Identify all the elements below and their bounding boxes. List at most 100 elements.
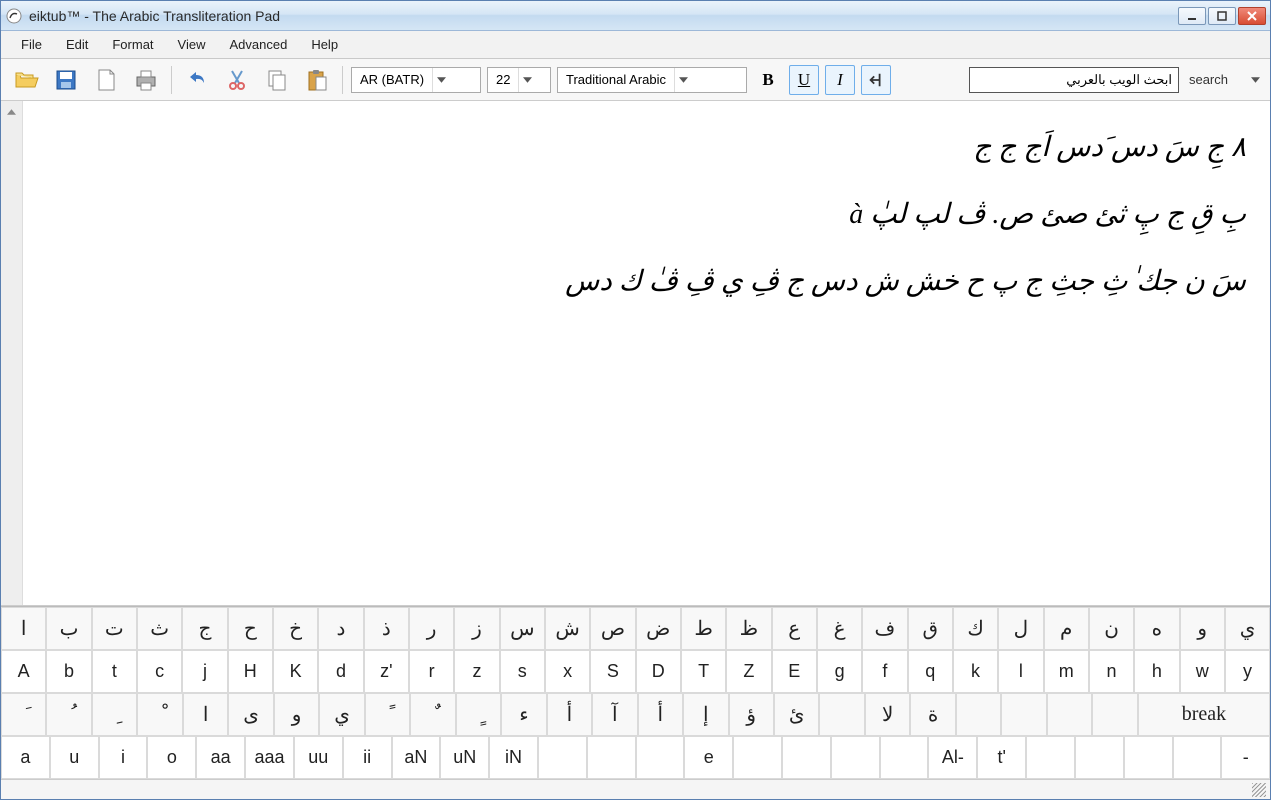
keyboard-key[interactable]: ي xyxy=(319,693,364,736)
keyboard-key[interactable]: ة xyxy=(910,693,955,736)
keyboard-key[interactable]: Al- xyxy=(928,736,977,779)
keyboard-key[interactable]: ذ xyxy=(364,607,409,650)
keyboard-key[interactable] xyxy=(782,736,831,779)
keyboard-key[interactable]: َ xyxy=(1,693,46,736)
editor-area[interactable]: ٨ جِ سَ دس َدس اَج ج ج بِ قِ ج پِ ثئ صئ … xyxy=(1,101,1270,606)
keyboard-key[interactable]: h xyxy=(1134,650,1179,693)
keyboard-key[interactable]: k xyxy=(953,650,998,693)
keyboard-key[interactable] xyxy=(1092,693,1137,736)
copy-button[interactable] xyxy=(260,63,294,97)
keyboard-key[interactable]: l xyxy=(998,650,1043,693)
keyboard-key[interactable]: ف xyxy=(862,607,907,650)
keyboard-key[interactable]: z' xyxy=(364,650,409,693)
keyboard-key[interactable]: d xyxy=(318,650,363,693)
keyboard-key[interactable]: ٌ xyxy=(410,693,455,736)
keyboard-key[interactable]: i xyxy=(99,736,148,779)
open-button[interactable] xyxy=(9,63,43,97)
menu-edit[interactable]: Edit xyxy=(54,33,100,56)
keyboard-key[interactable]: ؤ xyxy=(729,693,774,736)
menu-file[interactable]: File xyxy=(9,33,54,56)
menu-view[interactable]: View xyxy=(166,33,218,56)
menu-format[interactable]: Format xyxy=(100,33,165,56)
font-name-select[interactable]: Traditional Arabic xyxy=(557,67,747,93)
keyboard-key[interactable]: a xyxy=(1,736,50,779)
keyboard-key[interactable]: ي xyxy=(1225,607,1270,650)
keyboard-key[interactable]: ِ xyxy=(92,693,137,736)
keyboard-key[interactable]: ئ xyxy=(774,693,819,736)
keyboard-key[interactable] xyxy=(1075,736,1124,779)
keyboard-key[interactable] xyxy=(538,736,587,779)
keyboard-key[interactable]: أ xyxy=(547,693,592,736)
cut-button[interactable] xyxy=(220,63,254,97)
keyboard-key[interactable]: z xyxy=(454,650,499,693)
keyboard-key[interactable]: f xyxy=(862,650,907,693)
minimize-button[interactable] xyxy=(1178,7,1206,25)
keyboard-key[interactable] xyxy=(819,693,864,736)
keyboard-key[interactable]: إ xyxy=(683,693,728,736)
keyboard-key[interactable]: ت xyxy=(92,607,137,650)
keyboard-key[interactable]: w xyxy=(1180,650,1225,693)
keyboard-key[interactable]: o xyxy=(147,736,196,779)
undo-button[interactable] xyxy=(180,63,214,97)
keyboard-key[interactable] xyxy=(880,736,929,779)
close-button[interactable] xyxy=(1238,7,1266,25)
keyboard-key[interactable]: S xyxy=(590,650,635,693)
keyboard-key[interactable]: ج xyxy=(182,607,227,650)
keyboard-key[interactable]: Z xyxy=(726,650,771,693)
print-button[interactable] xyxy=(129,63,163,97)
keyboard-key[interactable]: K xyxy=(273,650,318,693)
keyboard-key[interactable]: T xyxy=(681,650,726,693)
keyboard-key[interactable]: uu xyxy=(294,736,343,779)
keyboard-key[interactable]: و xyxy=(274,693,319,736)
keyboard-key[interactable]: ص xyxy=(590,607,635,650)
keyboard-key[interactable]: ى xyxy=(228,693,273,736)
save-button[interactable] xyxy=(49,63,83,97)
keyboard-key[interactable]: r xyxy=(409,650,454,693)
keyboard-key[interactable]: خ xyxy=(273,607,318,650)
keyboard-key[interactable]: ض xyxy=(636,607,681,650)
font-size-select[interactable]: 22 xyxy=(487,67,551,93)
new-document-button[interactable] xyxy=(89,63,123,97)
underline-button[interactable]: U xyxy=(789,65,819,95)
keyboard-key[interactable]: د xyxy=(318,607,363,650)
keyboard-key[interactable]: break xyxy=(1138,693,1270,736)
editor-content[interactable]: ٨ جِ سَ دس َدس اَج ج ج بِ قِ ج پِ ثئ صئ … xyxy=(1,101,1270,337)
keyboard-key[interactable]: aa xyxy=(196,736,245,779)
keyboard-key[interactable]: - xyxy=(1221,736,1270,779)
keyboard-key[interactable]: ش xyxy=(545,607,590,650)
keyboard-key[interactable] xyxy=(1047,693,1092,736)
menu-advanced[interactable]: Advanced xyxy=(217,33,299,56)
keyboard-key[interactable] xyxy=(831,736,880,779)
keyboard-key[interactable]: t xyxy=(92,650,137,693)
keyboard-key[interactable]: u xyxy=(50,736,99,779)
keyboard-key[interactable]: ط xyxy=(681,607,726,650)
toolbar-overflow-button[interactable] xyxy=(1248,73,1262,87)
keyboard-key[interactable] xyxy=(1001,693,1046,736)
keyboard-key[interactable]: ر xyxy=(409,607,454,650)
keyboard-key[interactable]: ُ xyxy=(46,693,91,736)
keyboard-key[interactable]: y xyxy=(1225,650,1270,693)
keyboard-key[interactable]: ق xyxy=(908,607,953,650)
keyboard-key[interactable]: E xyxy=(772,650,817,693)
keyboard-key[interactable] xyxy=(1026,736,1075,779)
keyboard-key[interactable]: س xyxy=(500,607,545,650)
italic-button[interactable]: I xyxy=(825,65,855,95)
keyboard-key[interactable] xyxy=(1173,736,1222,779)
keyboard-key[interactable]: t' xyxy=(977,736,1026,779)
keyboard-key[interactable]: ii xyxy=(343,736,392,779)
keyboard-key[interactable]: q xyxy=(908,650,953,693)
keyboard-key[interactable]: m xyxy=(1044,650,1089,693)
scroll-up-icon[interactable] xyxy=(3,103,21,121)
keyboard-key[interactable]: أ xyxy=(638,693,683,736)
keyboard-key[interactable]: e xyxy=(684,736,733,779)
keyboard-key[interactable] xyxy=(587,736,636,779)
keyboard-key[interactable]: م xyxy=(1044,607,1089,650)
search-input[interactable] xyxy=(969,67,1179,93)
keyboard-key[interactable] xyxy=(733,736,782,779)
keyboard-key[interactable]: ث xyxy=(137,607,182,650)
transliteration-system-select[interactable]: AR (BATR) xyxy=(351,67,481,93)
paste-button[interactable] xyxy=(300,63,334,97)
keyboard-key[interactable]: ا xyxy=(183,693,228,736)
keyboard-key[interactable]: ْ xyxy=(137,693,182,736)
keyboard-key[interactable]: aaa xyxy=(245,736,294,779)
